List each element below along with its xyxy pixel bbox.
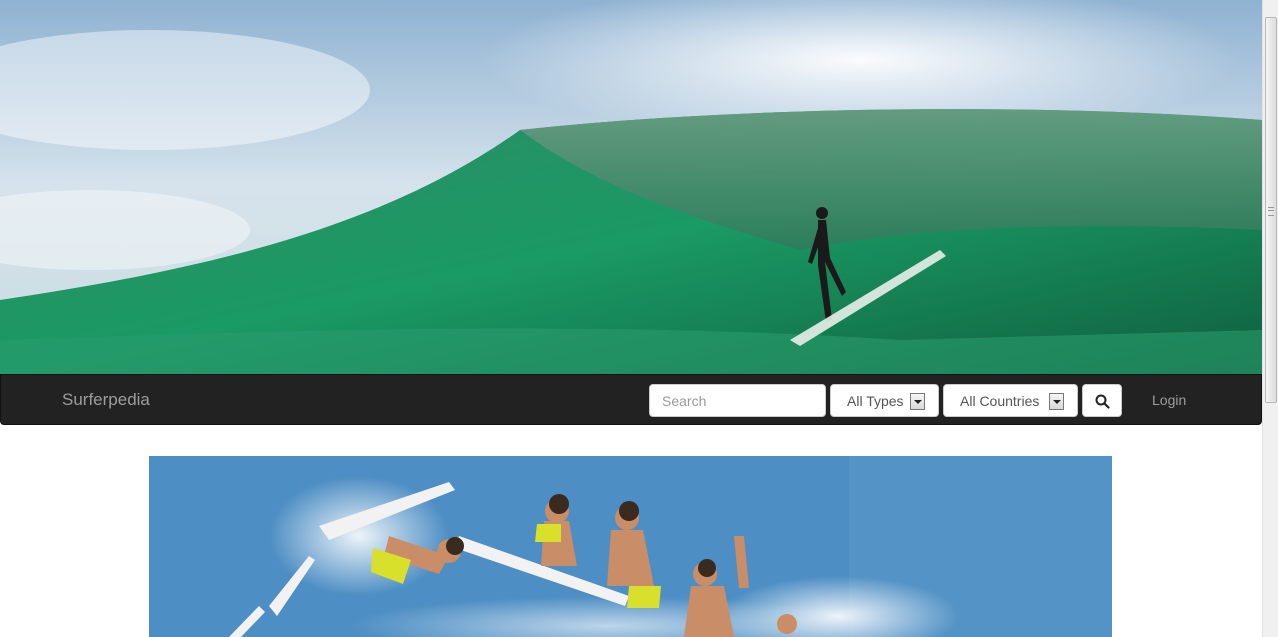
hero-wave-illustration: [0, 0, 1262, 374]
country-select-value: All Countries: [960, 393, 1040, 409]
type-select-value: All Types: [847, 393, 904, 409]
search-input[interactable]: [649, 384, 826, 417]
hero-image: [0, 0, 1262, 374]
chevron-down-icon: [1049, 393, 1064, 410]
navbar: Surferpedia All Types All Countries Logi…: [0, 374, 1262, 425]
vertical-scrollbar[interactable]: [1262, 0, 1278, 637]
page: Surferpedia All Types All Countries Logi…: [0, 0, 1278, 637]
feature-surf-illustration: [149, 456, 1112, 637]
login-link[interactable]: Login: [1152, 392, 1186, 408]
chevron-down-icon: [910, 393, 925, 410]
feature-image: [149, 456, 1112, 637]
scrollbar-thumb[interactable]: [1265, 17, 1277, 403]
country-select[interactable]: All Countries: [943, 384, 1078, 417]
type-select[interactable]: All Types: [830, 384, 939, 417]
brand-link[interactable]: Surferpedia: [62, 390, 150, 410]
search-icon: [1095, 394, 1110, 409]
search-button[interactable]: [1082, 384, 1122, 417]
scrollbar-grip-icon: [1268, 207, 1274, 216]
